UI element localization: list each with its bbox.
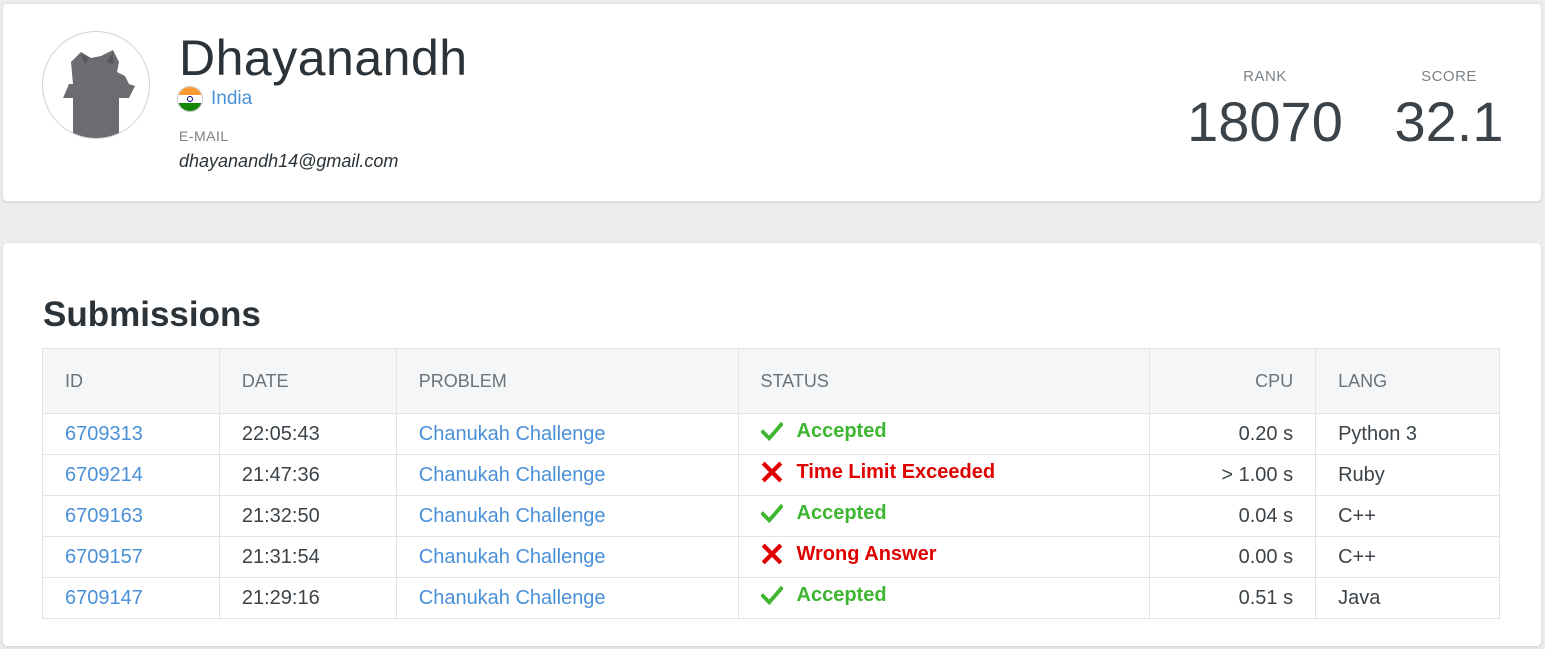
score-stat: SCORE 32.1 (1391, 68, 1507, 157)
username: Dhayanandh (179, 30, 468, 86)
submission-date: 21:47:36 (219, 454, 397, 496)
profile-card: Dhayanandh India E-MAIL dhayanandh14@gma… (3, 4, 1541, 201)
cross-icon (761, 543, 783, 565)
submission-date: 21:31:54 (219, 536, 397, 578)
submission-id-link[interactable]: 6709313 (65, 423, 143, 445)
status-text: Accepted (796, 501, 887, 524)
cpu-time: 0.00 s (1149, 536, 1317, 578)
status-cell: Accepted (738, 577, 1151, 619)
score-label: SCORE (1421, 68, 1477, 85)
email-label: E-MAIL (179, 128, 229, 144)
problem-cell: Chanukah Challenge (396, 495, 739, 537)
status-cell: Time Limit Exceeded (738, 454, 1151, 496)
column-header-id: ID (42, 348, 220, 414)
table-row: 6709147 21:29:16 Chanukah Challenge Accepte… (42, 577, 1500, 619)
status-cell: Accepted (738, 495, 1151, 537)
problem-link[interactable]: Chanukah Challenge (419, 587, 606, 609)
language: Ruby (1315, 454, 1500, 496)
score-value: 32.1 (1394, 90, 1504, 153)
submission-id-cell: 6709163 (42, 495, 220, 537)
table-row: 6709163 21:32:50 Chanukah Challenge Accepte… (42, 495, 1500, 537)
problem-link[interactable]: Chanukah Challenge (419, 423, 606, 445)
submission-id-cell: 6709313 (42, 413, 220, 455)
status-badge: Wrong Answer (761, 543, 937, 566)
problem-cell: Chanukah Challenge (396, 536, 739, 578)
cat-avatar-icon (63, 50, 135, 138)
problem-link[interactable]: Chanukah Challenge (419, 464, 606, 486)
submission-id-cell: 6709147 (42, 577, 220, 619)
table-row: 6709214 21:47:36 Chanukah Challenge Time Li… (42, 454, 1500, 496)
submission-id-cell: 6709214 (42, 454, 220, 496)
table-header-row: ID DATE PROBLEM STATUS CPU LANG (42, 348, 1500, 414)
rank-stat: RANK 18070 (1186, 68, 1344, 157)
column-header-status: STATUS (738, 348, 1151, 414)
column-header-cpu: CPU (1149, 348, 1317, 414)
cpu-time: > 1.00 s (1149, 454, 1317, 496)
submission-id-link[interactable]: 6709163 (65, 505, 143, 527)
column-header-date: DATE (219, 348, 397, 414)
check-icon (759, 502, 784, 524)
avatar (42, 31, 150, 139)
submission-date: 21:32:50 (219, 495, 397, 537)
language: C++ (1315, 536, 1500, 578)
language: Java (1338, 586, 1381, 609)
table-body: 6709313 22:05:43 Chanukah Challenge Accepte… (42, 413, 1500, 619)
language: Python 3 (1315, 413, 1500, 455)
status-cell: Wrong Answer (738, 536, 1151, 578)
column-header-problem: PROBLEM (396, 348, 739, 414)
table-row: 6709157 21:31:54 Chanukah Challenge Wrong A… (42, 536, 1500, 578)
problem-cell: Chanukah Challenge (396, 577, 739, 619)
status-badge: Time Limit Exceeded (761, 460, 996, 484)
submissions-table: ID DATE PROBLEM STATUS CPU LANG 6709313 2… (42, 348, 1500, 619)
cpu-time: 0.51 s (1149, 577, 1317, 619)
status-badge: Accepted (759, 419, 887, 443)
cpu-time: 0.20 s (1149, 413, 1317, 455)
status-text: Accepted (796, 419, 887, 442)
submission-id-link[interactable]: 6709214 (65, 464, 143, 486)
cpu-time: 0.04 s (1149, 495, 1317, 537)
status-text: Wrong Answer (796, 542, 937, 565)
problem-link[interactable]: Chanukah Challenge (419, 546, 606, 568)
submission-id-link[interactable]: 6709147 (65, 587, 143, 609)
status-cell: Accepted (738, 413, 1151, 455)
submissions-title: Submissions (43, 295, 261, 334)
table-row: 6709313 22:05:43 Chanukah Challenge Accepte… (42, 413, 1500, 455)
problem-cell: Chanukah Challenge (396, 454, 739, 496)
cross-icon (761, 461, 783, 483)
problem-cell: Chanukah Challenge (396, 413, 739, 455)
country[interactable]: India (177, 85, 252, 113)
rank-label: RANK (1243, 68, 1287, 85)
email-value: dhayanandh14@gmail.com (179, 151, 399, 171)
submission-date: 21:29:16 (219, 577, 397, 619)
status-badge: Accepted (759, 501, 887, 525)
check-icon (759, 584, 784, 606)
status-badge: Accepted (759, 583, 887, 607)
language: C++ (1315, 495, 1500, 537)
submission-id-link[interactable]: 6709157 (65, 546, 143, 568)
problem-link[interactable]: Chanukah Challenge (419, 505, 606, 527)
column-header-lang: LANG (1315, 348, 1500, 414)
status-text: Accepted (796, 583, 887, 606)
submissions-card: Submissions ID DATE PROBLEM STATUS CPU L… (3, 243, 1541, 646)
submission-id-cell: 6709157 (42, 536, 220, 578)
india-flag-icon (177, 86, 203, 112)
status-text: Time Limit Exceeded (796, 460, 996, 483)
check-icon (759, 420, 784, 442)
submission-date: 22:05:43 (219, 413, 397, 455)
country-link[interactable]: India (211, 88, 252, 110)
rank-value: 18070 (1187, 90, 1343, 153)
